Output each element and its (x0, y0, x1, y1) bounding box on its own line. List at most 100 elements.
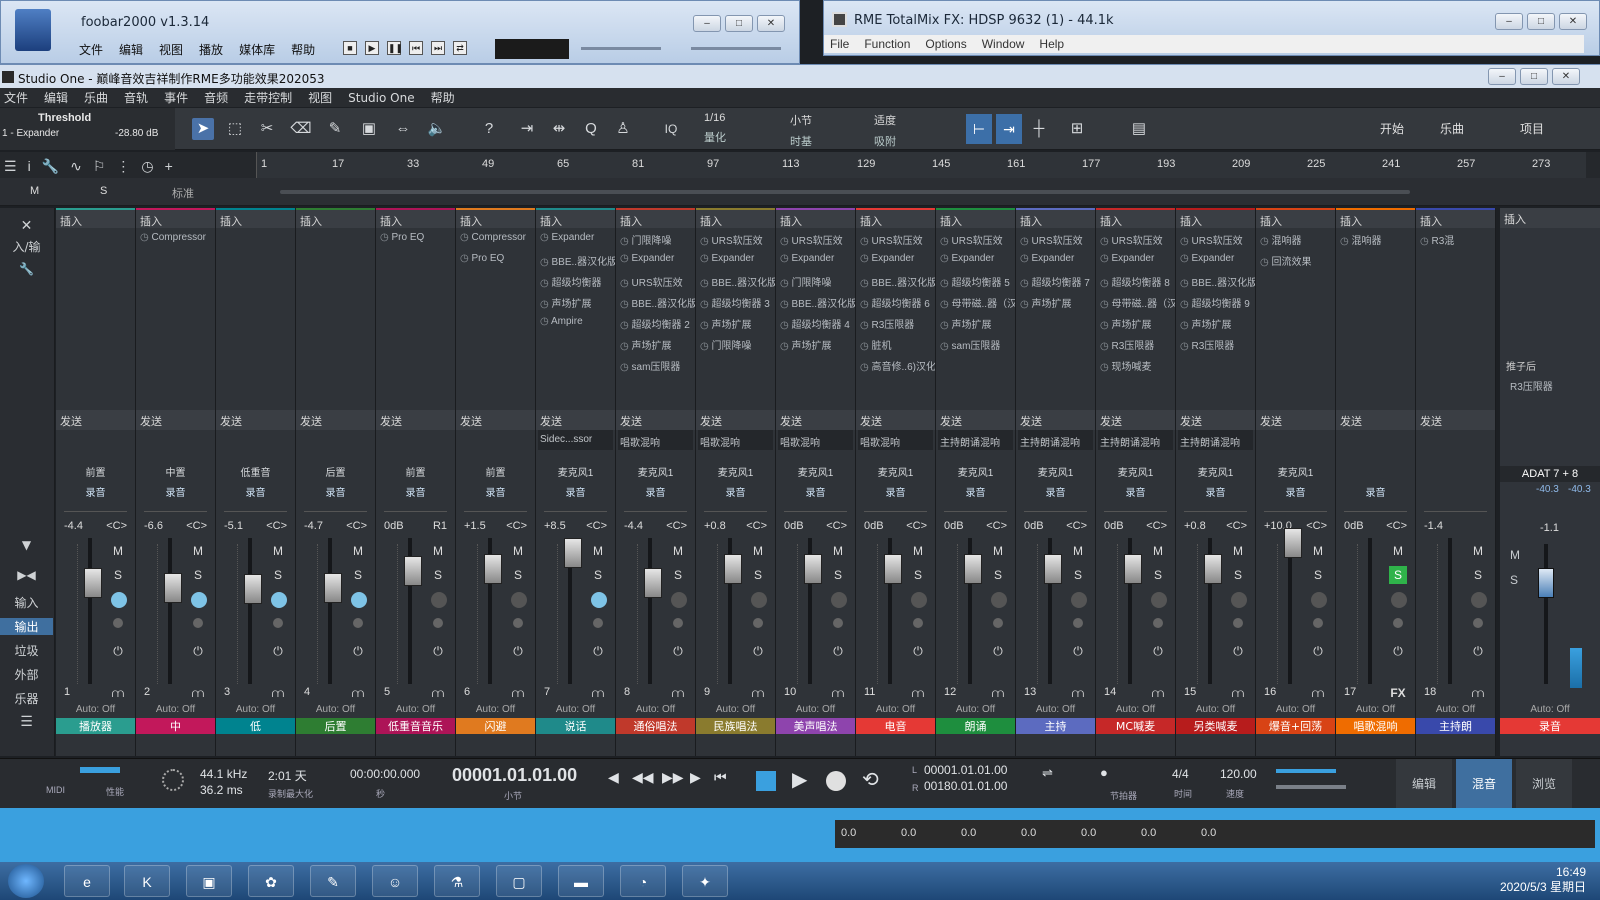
mute-button[interactable]: M (189, 542, 207, 560)
mix-view-button[interactable]: 混音 (1456, 759, 1512, 809)
power-icon[interactable]: ⏻ (909, 642, 927, 660)
output-select[interactable]: 麦克风1 (1176, 464, 1255, 479)
grid-options-icon[interactable]: ⊞ (1066, 118, 1088, 140)
mute-button[interactable]: M (1229, 542, 1247, 560)
volume-value[interactable]: +8.5 (544, 520, 566, 532)
camera-icon[interactable]: ▢ (496, 865, 542, 897)
volume-value[interactable]: -4.4 (64, 520, 83, 532)
fader-track[interactable] (168, 538, 172, 684)
output-select[interactable]: 中置 (136, 464, 215, 479)
song-button[interactable]: 乐曲 (1440, 120, 1464, 137)
waveform-icon[interactable]: ⩋ (1069, 684, 1087, 702)
pan-slider[interactable] (1344, 502, 1407, 512)
fader-track[interactable] (328, 538, 332, 684)
channel-name[interactable]: 播放器 (56, 718, 135, 734)
record-arm-icon[interactable] (993, 618, 1003, 628)
channel-name[interactable]: 通俗唱法 (616, 718, 695, 734)
automation-icon[interactable]: ∿ (70, 158, 82, 175)
iqiyi-icon[interactable]: ▣ (186, 865, 232, 897)
send-slot[interactable]: 唱歌混响 (778, 430, 853, 450)
pan-slider[interactable] (704, 502, 767, 512)
solo-button[interactable]: S (429, 566, 447, 584)
rme-level-value[interactable]: 0.0 (961, 827, 976, 839)
send-header[interactable]: 发送 (1176, 410, 1255, 430)
pan-slider[interactable] (544, 502, 607, 512)
automation-mode[interactable]: Auto: Off (536, 704, 615, 715)
output-select[interactable]: 麦克风1 (1016, 464, 1095, 479)
insert-slot[interactable]: 门限降噪 (776, 270, 855, 291)
waveform-icon[interactable]: ⩋ (1229, 684, 1247, 702)
editor-icon[interactable]: ✎ (310, 865, 356, 897)
waveform-icon[interactable]: ⩋ (669, 684, 687, 702)
output-select[interactable]: 麦克风1 (936, 464, 1015, 479)
insert-slot[interactable]: 超级均衡器 4 (776, 312, 855, 333)
record-arm-icon[interactable] (1153, 618, 1163, 628)
menu-studio-one[interactable]: Studio One (348, 91, 414, 105)
input-select[interactable]: 录音 (216, 484, 295, 499)
snap-cursor-icon[interactable]: ┼ (1028, 118, 1050, 140)
insert-header[interactable]: 插入 (1416, 208, 1495, 228)
info-icon[interactable]: i (28, 158, 31, 175)
stop-icon[interactable]: ■ (343, 41, 357, 55)
pan-value[interactable]: <C> (1306, 520, 1327, 532)
fader-cap[interactable] (644, 568, 662, 598)
insert-slot[interactable]: Expander (616, 249, 695, 270)
power-icon[interactable]: ⏻ (509, 642, 527, 660)
channel-name[interactable]: 爆音+回荡 (1256, 718, 1335, 734)
record-arm-icon[interactable] (1473, 618, 1483, 628)
record-arm-icon[interactable] (753, 618, 763, 628)
insert-header[interactable]: 插入 (456, 208, 535, 228)
pan-value[interactable]: <C> (826, 520, 847, 532)
insert-slot[interactable]: URS软压效 (1096, 228, 1175, 249)
insert-slot[interactable]: Expander (1176, 249, 1255, 270)
mute-button[interactable]: M (429, 542, 447, 560)
insert-slot[interactable]: Pro EQ (376, 228, 455, 249)
insert-slot[interactable]: Expander (936, 249, 1015, 270)
snap-events-icon[interactable]: ⇥ (996, 114, 1022, 144)
rme-menu-help[interactable]: Help (1039, 37, 1064, 51)
send-header[interactable]: 发送 (1016, 410, 1095, 430)
pan-value[interactable]: <C> (986, 520, 1007, 532)
pause-icon[interactable]: ❚❚ (387, 41, 403, 55)
insert-header[interactable]: 插入 (616, 208, 695, 228)
insert-slot[interactable]: URS软压效 (776, 228, 855, 249)
monitor-icon[interactable] (1231, 592, 1247, 608)
collapse-icon[interactable]: ▼ (0, 538, 53, 552)
monitor-icon[interactable] (431, 592, 447, 608)
output-select[interactable]: 麦克风1 (856, 464, 935, 479)
insert-slot[interactable]: R3压限器 (1176, 333, 1255, 354)
volume-value[interactable]: 0dB (1024, 520, 1044, 532)
volume-value[interactable]: +0.8 (1184, 520, 1206, 532)
monitor-icon[interactable] (271, 592, 287, 608)
channel-name[interactable]: 主持朗 (1416, 718, 1495, 734)
record-arm-icon[interactable] (513, 618, 523, 628)
insert-slot[interactable]: BBE..器汉化版 (1176, 270, 1255, 291)
scroll-icon[interactable]: ⇹ (548, 118, 570, 140)
clock[interactable]: 16:49 2020/5/3 星期日 (1500, 865, 1586, 895)
insert-slot[interactable]: Expander (856, 249, 935, 270)
right-locator[interactable]: 00180.01.01.00 (924, 779, 1007, 793)
insert-slot[interactable]: Pro EQ (456, 249, 535, 270)
fx-label[interactable]: FX (1389, 684, 1407, 702)
monitor-icon[interactable] (911, 592, 927, 608)
cursor-follow-icon[interactable]: ⇥ (516, 118, 538, 140)
solo-button[interactable]: S (1069, 566, 1087, 584)
paint-tool-icon[interactable]: ✎ (324, 118, 346, 140)
record-arm-icon[interactable] (113, 618, 123, 628)
power-icon[interactable]: ⏻ (1309, 642, 1327, 660)
main-insert-slot[interactable]: R3压限器 (1510, 378, 1553, 393)
channel-name[interactable]: 中 (136, 718, 215, 734)
insert-header[interactable]: 插入 (1336, 208, 1415, 228)
pan-slider[interactable] (784, 502, 847, 512)
rme-level-value[interactable]: 0.0 (901, 827, 916, 839)
menu-song[interactable]: 乐曲 (84, 89, 108, 106)
volume-value[interactable]: 0dB (784, 520, 804, 532)
quantize-icon[interactable]: Q (580, 118, 602, 140)
record-arm-icon[interactable] (833, 618, 843, 628)
send-header[interactable]: 发送 (456, 410, 535, 430)
volume-value[interactable]: 0dB (944, 520, 964, 532)
menu-track[interactable]: 音轨 (124, 89, 148, 106)
pan-slider[interactable] (864, 502, 927, 512)
automation-mode[interactable]: Auto: Off (376, 704, 455, 715)
insert-header[interactable]: 插入 (856, 208, 935, 228)
